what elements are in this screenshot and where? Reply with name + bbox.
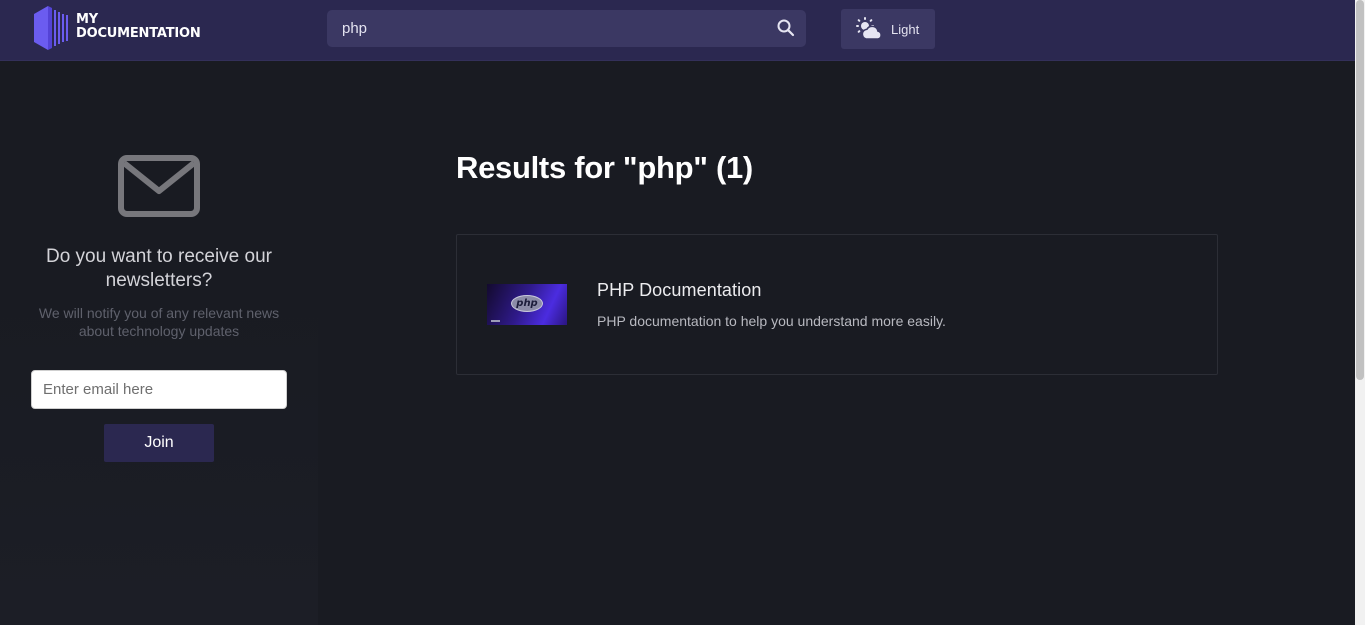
result-thumbnail: php [487, 284, 567, 325]
email-field[interactable] [31, 370, 287, 409]
page-title: Results for "php" (1) [456, 150, 753, 185]
mail-icon [118, 155, 200, 222]
scrollbar-track[interactable] [1355, 0, 1365, 625]
logo-line-2: DOCUMENTATION [76, 26, 201, 41]
newsletter-sidebar: Do you want to receive our newsletters? … [0, 61, 318, 625]
theme-toggle-button[interactable]: Light [841, 9, 935, 49]
thumbnail-caption-mark [491, 320, 500, 322]
logo-text: MY DOCUMENTATION [76, 13, 201, 41]
logo[interactable]: MY DOCUMENTATION [34, 6, 204, 50]
newsletter-subtitle: We will notify you of any relevant news … [38, 305, 280, 339]
sun-cloud-icon [855, 17, 883, 46]
logo-line-1: MY [76, 12, 98, 27]
result-card[interactable]: php PHP Documentation PHP documentation … [456, 234, 1218, 375]
newsletter-title: Do you want to receive our newsletters? [45, 246, 272, 291]
result-title[interactable]: PHP Documentation [597, 280, 761, 301]
join-button[interactable]: Join [104, 424, 214, 462]
search-icon[interactable] [776, 18, 796, 38]
search-input[interactable] [327, 10, 757, 47]
search-bar [327, 10, 806, 47]
scrollbar-thumb[interactable] [1356, 0, 1364, 380]
logo-icon [34, 6, 68, 50]
top-navbar: MY DOCUMENTATION php Light [0, 0, 1355, 61]
result-description: PHP documentation to help you understand… [597, 313, 946, 329]
php-logo-text: php [516, 298, 538, 309]
theme-toggle-label: Light [891, 22, 920, 37]
